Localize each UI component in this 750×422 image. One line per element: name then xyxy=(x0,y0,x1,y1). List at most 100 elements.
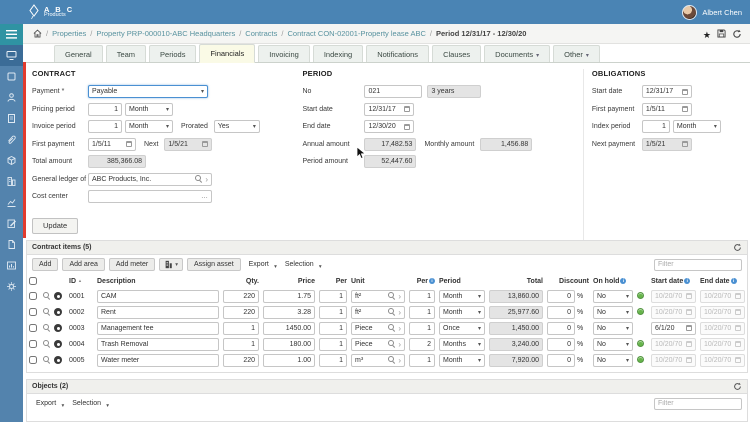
period-end-date[interactable]: 12/30/20 xyxy=(364,120,415,133)
end-date-field[interactable]: 10/20/70 xyxy=(700,305,745,319)
objects-filter-input[interactable] xyxy=(654,397,742,410)
search-icon[interactable] xyxy=(388,356,396,364)
first-payment-date[interactable]: 1/5/11 xyxy=(88,137,136,151)
description-input[interactable] xyxy=(97,321,219,335)
qty-input[interactable] xyxy=(223,353,259,367)
info-icon[interactable] xyxy=(730,277,737,284)
assign-asset-button[interactable]: Assign asset xyxy=(186,258,241,271)
on-hold-select[interactable]: No xyxy=(593,337,633,351)
discount-input[interactable] xyxy=(547,337,575,351)
invoice-period-input[interactable] xyxy=(88,120,122,133)
row-checkbox[interactable] xyxy=(29,292,37,300)
selection-menu-button[interactable]: Selection xyxy=(281,261,322,270)
add-building-dropdown-button[interactable] xyxy=(159,258,183,271)
col-price[interactable]: Price xyxy=(261,274,317,288)
discount-input[interactable] xyxy=(547,305,575,319)
add-meter-button[interactable]: Add meter xyxy=(108,258,156,271)
calendar-icon[interactable] xyxy=(681,106,688,112)
breadcrumb-link-contracts[interactable]: Contracts xyxy=(245,29,277,38)
col-unit[interactable]: Unit xyxy=(349,274,407,288)
end-date-field[interactable]: 10/20/70 xyxy=(700,289,745,303)
search-icon[interactable] xyxy=(195,175,203,183)
qty-input[interactable] xyxy=(223,289,259,303)
tab-general[interactable]: General xyxy=(54,45,103,62)
breadcrumb-link-contract[interactable]: Contract CON-02001-Property lease ABC xyxy=(288,29,426,38)
invoice-period-unit-select[interactable]: Month xyxy=(125,120,173,133)
open-record-icon[interactable] xyxy=(54,356,62,364)
end-date-field[interactable]: 10/20/70 xyxy=(700,337,745,351)
prorated-select[interactable]: Yes xyxy=(213,120,260,133)
calendar-icon[interactable] xyxy=(735,309,741,315)
period-no-input[interactable] xyxy=(364,85,423,98)
select-all-checkbox[interactable] xyxy=(29,277,37,285)
sidebar-item-settings[interactable] xyxy=(0,276,23,297)
sidebar-item-assets[interactable] xyxy=(0,150,23,171)
row-checkbox[interactable] xyxy=(29,324,37,332)
description-input[interactable] xyxy=(97,337,219,351)
description-input[interactable] xyxy=(97,289,219,303)
zoom-icon[interactable] xyxy=(43,292,51,300)
sidebar-item-workspace[interactable] xyxy=(0,45,23,66)
info-icon[interactable] xyxy=(620,277,627,284)
sidebar-item-edit-forms[interactable] xyxy=(0,213,23,234)
cost-center-field[interactable] xyxy=(88,190,212,203)
description-input[interactable] xyxy=(97,353,219,367)
tab-clauses[interactable]: Clauses xyxy=(432,45,482,62)
per2-input[interactable] xyxy=(409,305,435,319)
search-icon[interactable] xyxy=(388,292,396,300)
user-menu[interactable]: Albert Chen xyxy=(682,4,742,20)
add-area-button[interactable]: Add area xyxy=(62,258,105,271)
update-button[interactable]: Update xyxy=(32,217,79,234)
sidebar-item-modules[interactable] xyxy=(0,66,23,87)
info-icon[interactable] xyxy=(429,277,435,284)
chevron-right-icon[interactable] xyxy=(398,324,401,333)
unit-lookup[interactable]: Piece xyxy=(351,337,405,351)
col-per1[interactable]: Per xyxy=(317,274,349,288)
discount-input[interactable] xyxy=(547,289,575,303)
per-input[interactable] xyxy=(319,337,347,351)
calendar-icon[interactable] xyxy=(681,88,688,95)
on-hold-select[interactable]: No xyxy=(593,289,633,303)
col-on-hold[interactable]: On hold xyxy=(593,278,619,285)
qty-input[interactable] xyxy=(223,321,259,335)
per-input[interactable] xyxy=(319,305,347,319)
general-ledger-lookup[interactable]: ABC Products, Inc. xyxy=(88,172,212,186)
unit-lookup[interactable]: m³ xyxy=(351,353,405,367)
chevron-right-icon[interactable] xyxy=(398,292,401,301)
calendar-icon[interactable] xyxy=(404,123,411,130)
per-input[interactable] xyxy=(319,321,347,335)
sidebar-item-properties[interactable] xyxy=(0,171,23,192)
price-input[interactable] xyxy=(263,321,315,335)
items-filter-input[interactable] xyxy=(654,258,742,271)
col-end-date[interactable]: End date xyxy=(700,278,730,285)
tab-indexing[interactable]: Indexing xyxy=(312,45,364,62)
pricing-period-unit-select[interactable]: Month xyxy=(125,102,173,116)
calendar-icon[interactable] xyxy=(686,357,692,363)
on-hold-select[interactable]: No xyxy=(593,305,633,319)
tab-financials[interactable]: Financials xyxy=(199,44,256,63)
price-input[interactable] xyxy=(263,353,315,367)
home-icon[interactable] xyxy=(33,29,42,38)
payment-select[interactable]: Payable xyxy=(88,85,208,98)
row-checkbox[interactable] xyxy=(29,356,37,364)
chevron-right-icon[interactable] xyxy=(398,356,401,365)
open-record-icon[interactable] xyxy=(54,324,62,332)
period-select[interactable]: Month xyxy=(439,305,485,319)
sidebar-item-attachments[interactable] xyxy=(0,129,23,150)
period-select[interactable]: Month xyxy=(439,353,485,367)
ellipsis-icon[interactable] xyxy=(201,193,208,200)
row-checkbox[interactable] xyxy=(29,340,37,348)
col-period[interactable]: Period xyxy=(437,274,487,288)
open-record-icon[interactable] xyxy=(54,308,62,316)
sidebar-item-personnel[interactable] xyxy=(0,87,23,108)
end-date-field[interactable]: 10/20/70 xyxy=(700,353,745,367)
breadcrumb-link-properties[interactable]: Properties xyxy=(52,29,86,38)
chevron-right-icon[interactable] xyxy=(398,340,401,349)
calendar-icon[interactable] xyxy=(404,106,411,112)
per2-input[interactable] xyxy=(409,289,435,303)
row-checkbox[interactable] xyxy=(29,308,37,316)
unit-lookup[interactable]: ft² xyxy=(351,289,405,303)
tab-periods[interactable]: Periods xyxy=(149,45,197,62)
tab-team[interactable]: Team xyxy=(105,45,147,62)
sidebar-item-reports[interactable] xyxy=(0,255,23,276)
